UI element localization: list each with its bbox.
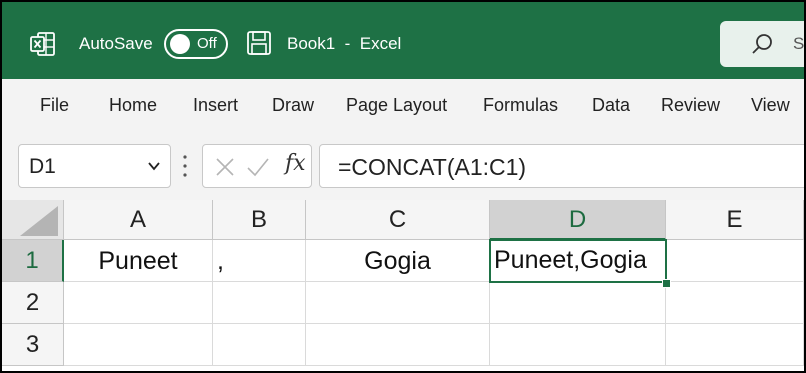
search-box[interactable]: S bbox=[720, 21, 804, 67]
tab-review[interactable]: Review bbox=[661, 95, 720, 116]
cell-d2[interactable] bbox=[490, 282, 666, 324]
cell-d1[interactable]: Puneet,Gogia bbox=[489, 239, 667, 283]
cell-e3[interactable] bbox=[666, 324, 804, 366]
autosave-state: Off bbox=[197, 35, 217, 52]
row-header-3[interactable]: 3 bbox=[2, 324, 64, 366]
cell-c3[interactable] bbox=[306, 324, 490, 366]
tab-formulas[interactable]: Formulas bbox=[483, 95, 558, 116]
cell-b1[interactable]: , bbox=[213, 240, 306, 282]
cancel-icon[interactable] bbox=[215, 157, 235, 177]
cell-a2[interactable] bbox=[64, 282, 213, 324]
insert-function-button[interactable]: fx bbox=[285, 151, 306, 176]
column-header-a[interactable]: A bbox=[64, 200, 213, 240]
cell-b2[interactable] bbox=[213, 282, 306, 324]
cell-a3[interactable] bbox=[64, 324, 213, 366]
cell-e1[interactable] bbox=[666, 240, 804, 282]
tab-view[interactable]: View bbox=[751, 95, 790, 116]
toggle-knob bbox=[170, 34, 190, 54]
cell-e2[interactable] bbox=[666, 282, 804, 324]
formula-text: =CONCAT(A1:C1) bbox=[338, 154, 527, 180]
select-all-button[interactable] bbox=[2, 200, 64, 240]
cell-b3[interactable] bbox=[213, 324, 306, 366]
tab-home[interactable]: Home bbox=[109, 95, 157, 116]
excel-logo-icon bbox=[30, 32, 55, 56]
column-header-e[interactable]: E bbox=[666, 200, 804, 240]
cell-a1[interactable]: Puneet bbox=[64, 240, 213, 282]
column-header-d[interactable]: D bbox=[490, 200, 666, 240]
excel-window: AutoSave Off Book1 - Excel S File Home I… bbox=[2, 2, 804, 371]
column-header-c[interactable]: C bbox=[306, 200, 490, 240]
name-box[interactable]: D1 bbox=[18, 144, 171, 188]
chevron-down-icon[interactable] bbox=[147, 159, 161, 173]
formula-buttons: fx bbox=[202, 144, 312, 188]
search-icon bbox=[752, 34, 772, 54]
cell-d3[interactable] bbox=[490, 324, 666, 366]
spreadsheet-grid: A B C D E 1 2 3 Puneet , Gogia Puneet,Go… bbox=[2, 200, 804, 371]
tab-draw[interactable]: Draw bbox=[272, 95, 314, 116]
name-box-value: D1 bbox=[29, 155, 56, 178]
formula-input[interactable]: =CONCAT(A1:C1) bbox=[319, 144, 804, 188]
row-header-2[interactable]: 2 bbox=[2, 282, 64, 324]
formula-bar: D1 fx =CONCAT(A1:C1) bbox=[2, 130, 804, 200]
column-header-b[interactable]: B bbox=[213, 200, 306, 240]
tab-data[interactable]: Data bbox=[592, 95, 630, 116]
cell-c1[interactable]: Gogia bbox=[306, 240, 490, 282]
ribbon-tabs: File Home Insert Draw Page Layout Formul… bbox=[2, 79, 804, 130]
tab-file[interactable]: File bbox=[40, 95, 69, 116]
vertical-dots-icon[interactable] bbox=[182, 154, 188, 178]
save-icon[interactable] bbox=[246, 30, 272, 56]
checkmark-icon[interactable] bbox=[247, 157, 269, 177]
title-bar: AutoSave Off Book1 - Excel S bbox=[2, 2, 804, 79]
select-all-triangle-icon bbox=[20, 206, 58, 236]
tab-page-layout[interactable]: Page Layout bbox=[346, 95, 447, 116]
document-title: Book1 - Excel bbox=[287, 34, 402, 53]
fill-handle[interactable] bbox=[662, 279, 671, 288]
cell-c2[interactable] bbox=[306, 282, 490, 324]
row-header-1[interactable]: 1 bbox=[2, 240, 64, 282]
tab-insert[interactable]: Insert bbox=[193, 95, 238, 116]
autosave-toggle[interactable]: Off bbox=[164, 29, 228, 59]
search-text: S bbox=[793, 34, 804, 53]
autosave-label: AutoSave bbox=[79, 34, 153, 53]
